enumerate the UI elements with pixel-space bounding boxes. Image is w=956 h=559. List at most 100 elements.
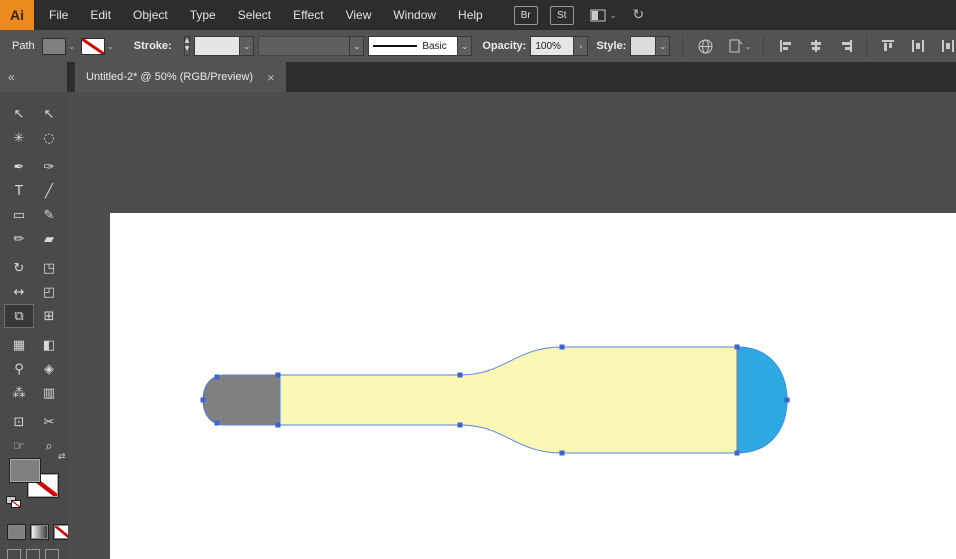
pencil-tool[interactable]: ✏ [4,227,34,251]
column-graph-tool[interactable]: ▥ [34,381,64,405]
direct-selection-tool[interactable]: ↖ [34,102,64,126]
menu-type[interactable]: Type [179,0,227,30]
menu-view[interactable]: View [335,0,383,30]
hand-tool[interactable]: ☞ [4,434,34,458]
collapse-toolbar-button[interactable]: « [0,62,68,92]
stroke-weight-stepper[interactable]: ▲ ▼ [184,36,191,56]
tab-strip: « Untitled-2* @ 50% (RGB/Preview) × [0,62,956,92]
recolor-artwork-button[interactable] [697,38,714,55]
chevron-down-icon[interactable]: ⌄ [457,36,472,56]
menu-edit[interactable]: Edit [79,0,122,30]
mesh-tool[interactable]: ▦ [4,333,34,357]
blend-tool[interactable]: ◈ [34,357,64,381]
pen-tool[interactable]: ✒ [4,155,34,179]
default-fill-stroke-icon[interactable] [6,496,21,508]
menu-object[interactable]: Object [122,0,179,30]
selection-tool[interactable]: ↖ [4,102,34,126]
tools-panel: ↖ ↖ ✳ ◌ ✒ ✑ T ╱ ▭ ✎ ✏ ▰ ↻ ◳ ↔ ◰ ⧉ ⊞ ▦ ◧ … [0,92,69,559]
stepper-down-icon[interactable]: ▼ [185,46,190,54]
chevron-right-icon[interactable]: › [573,36,588,56]
stroke-weight-value[interactable] [194,36,240,56]
workspace-switcher-button[interactable]: ↻ [632,7,644,23]
opacity-value[interactable]: 100% [530,36,574,56]
document-icon [728,38,743,54]
anchor-point[interactable] [276,373,281,378]
align-left-button[interactable] [778,38,794,54]
paint-mode-buttons [7,524,72,540]
brush-preview-field[interactable]: Basic [368,36,458,56]
fill-indicator-swatch[interactable] [9,458,41,483]
gradient-tool[interactable]: ◧ [34,333,64,357]
anchor-point[interactable] [560,451,565,456]
shape-builder-tool[interactable]: ⧉ [4,304,34,328]
shape-yellow-body[interactable] [278,347,737,453]
bridge-button[interactable]: Br [514,6,538,25]
gradient-button[interactable] [30,524,49,540]
draw-normal-icon[interactable] [7,549,21,559]
artboard-tool[interactable]: ⊡ [4,410,34,434]
shape-gray-cap[interactable] [203,375,280,425]
document-tab-title: Untitled-2* @ 50% (RGB/Preview) [86,71,253,83]
opacity-combo[interactable]: 100% › [530,36,588,56]
style-swatch[interactable] [630,36,656,56]
style-combo[interactable]: ⌄ [630,36,670,56]
stroke-weight-combo[interactable]: ⌄ [194,36,254,56]
free-transform-tool[interactable]: ◰ [34,280,64,304]
anchor-point[interactable] [560,345,565,350]
align-right-button[interactable] [838,38,854,54]
chevron-down-icon: ⌄ [349,36,364,56]
scale-tool[interactable]: ◳ [34,256,64,280]
anchor-point[interactable] [735,345,740,350]
anchor-point[interactable] [458,373,463,378]
magic-wand-tool[interactable]: ✳ [4,126,34,150]
menu-help[interactable]: Help [447,0,494,30]
stock-button[interactable]: St [550,6,574,25]
swap-fill-stroke-icon[interactable]: ⇄ [58,452,66,462]
anchor-point[interactable] [215,421,220,426]
type-tool[interactable]: T [4,179,34,203]
menu-effect[interactable]: Effect [282,0,334,30]
brush-definition-combo[interactable]: Basic ⌄ [368,36,472,56]
menu-window[interactable]: Window [382,0,447,30]
stroke-color-dropdown[interactable]: ⌄ [81,38,114,55]
anchor-point[interactable] [276,423,281,428]
chevron-down-icon[interactable]: ⌄ [239,36,254,56]
distribute-horizontal-button[interactable] [910,38,926,54]
perspective-grid-tool[interactable]: ⊞ [34,304,64,328]
anchor-point[interactable] [215,375,220,380]
tool-grid: ↖ ↖ ✳ ◌ ✒ ✑ T ╱ ▭ ✎ ✏ ▰ ↻ ◳ ↔ ◰ ⧉ ⊞ ▦ ◧ … [0,92,68,458]
rectangle-tool[interactable]: ▭ [4,203,34,227]
anchor-point[interactable] [458,423,463,428]
anchor-point[interactable] [785,398,790,403]
arrange-documents-button[interactable]: ⌄ [590,8,617,23]
document-tab[interactable]: Untitled-2* @ 50% (RGB/Preview) × [75,62,286,92]
menu-file[interactable]: File [38,0,79,30]
draw-behind-icon[interactable] [26,549,40,559]
lasso-tool[interactable]: ◌ [34,126,64,150]
align-top-button[interactable] [880,38,896,54]
symbol-sprayer-tool[interactable]: ⁂ [4,381,34,405]
anchor-point[interactable] [201,398,206,403]
rotate-tool[interactable]: ↻ [4,256,34,280]
slice-tool[interactable]: ✂ [34,410,64,434]
close-tab-icon[interactable]: × [267,70,275,85]
width-tool[interactable]: ↔ [4,280,34,304]
color-button[interactable] [7,524,26,540]
curvature-tool[interactable]: ✑ [34,155,64,179]
eraser-tool[interactable]: ▰ [34,227,64,251]
distribute-vertical-button[interactable] [940,38,956,54]
eyedropper-tool[interactable]: ⚲ [4,357,34,381]
draw-inside-icon[interactable] [45,549,59,559]
paintbrush-tool[interactable]: ✎ [34,203,64,227]
chevron-down-icon[interactable]: ⌄ [655,36,670,56]
canvas [68,92,956,559]
anchor-point[interactable] [735,451,740,456]
line-segment-tool[interactable]: ╱ [34,179,64,203]
align-center-button[interactable] [808,38,824,54]
menu-select[interactable]: Select [227,0,282,30]
align-right-icon [838,38,854,54]
isolate-selection-button[interactable]: ⌄ [728,38,752,54]
default-stroke-icon [11,500,21,508]
shape-blue-cap[interactable] [737,347,787,453]
fill-color-dropdown[interactable]: ⌄ [42,38,75,55]
